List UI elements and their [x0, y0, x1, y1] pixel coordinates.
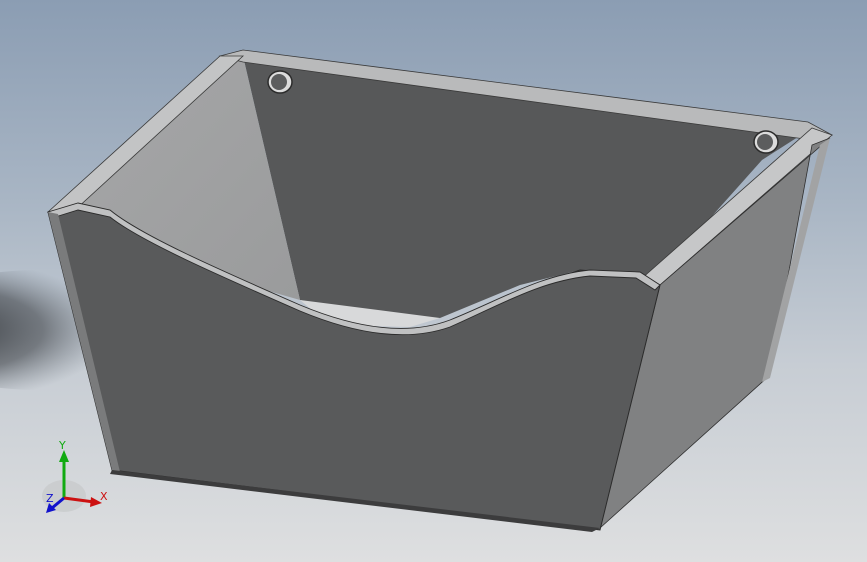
axis-triad: Y X Z	[42, 440, 108, 513]
graphics-viewport[interactable]: Y X Z	[0, 0, 867, 562]
mount-hole-left-inner	[271, 74, 287, 90]
z-axis-label: Z	[46, 492, 54, 505]
mount-hole-right-inner	[757, 134, 773, 150]
model-view[interactable]	[0, 0, 867, 562]
x-axis-label: X	[100, 490, 108, 503]
y-axis-label: Y	[58, 440, 66, 452]
